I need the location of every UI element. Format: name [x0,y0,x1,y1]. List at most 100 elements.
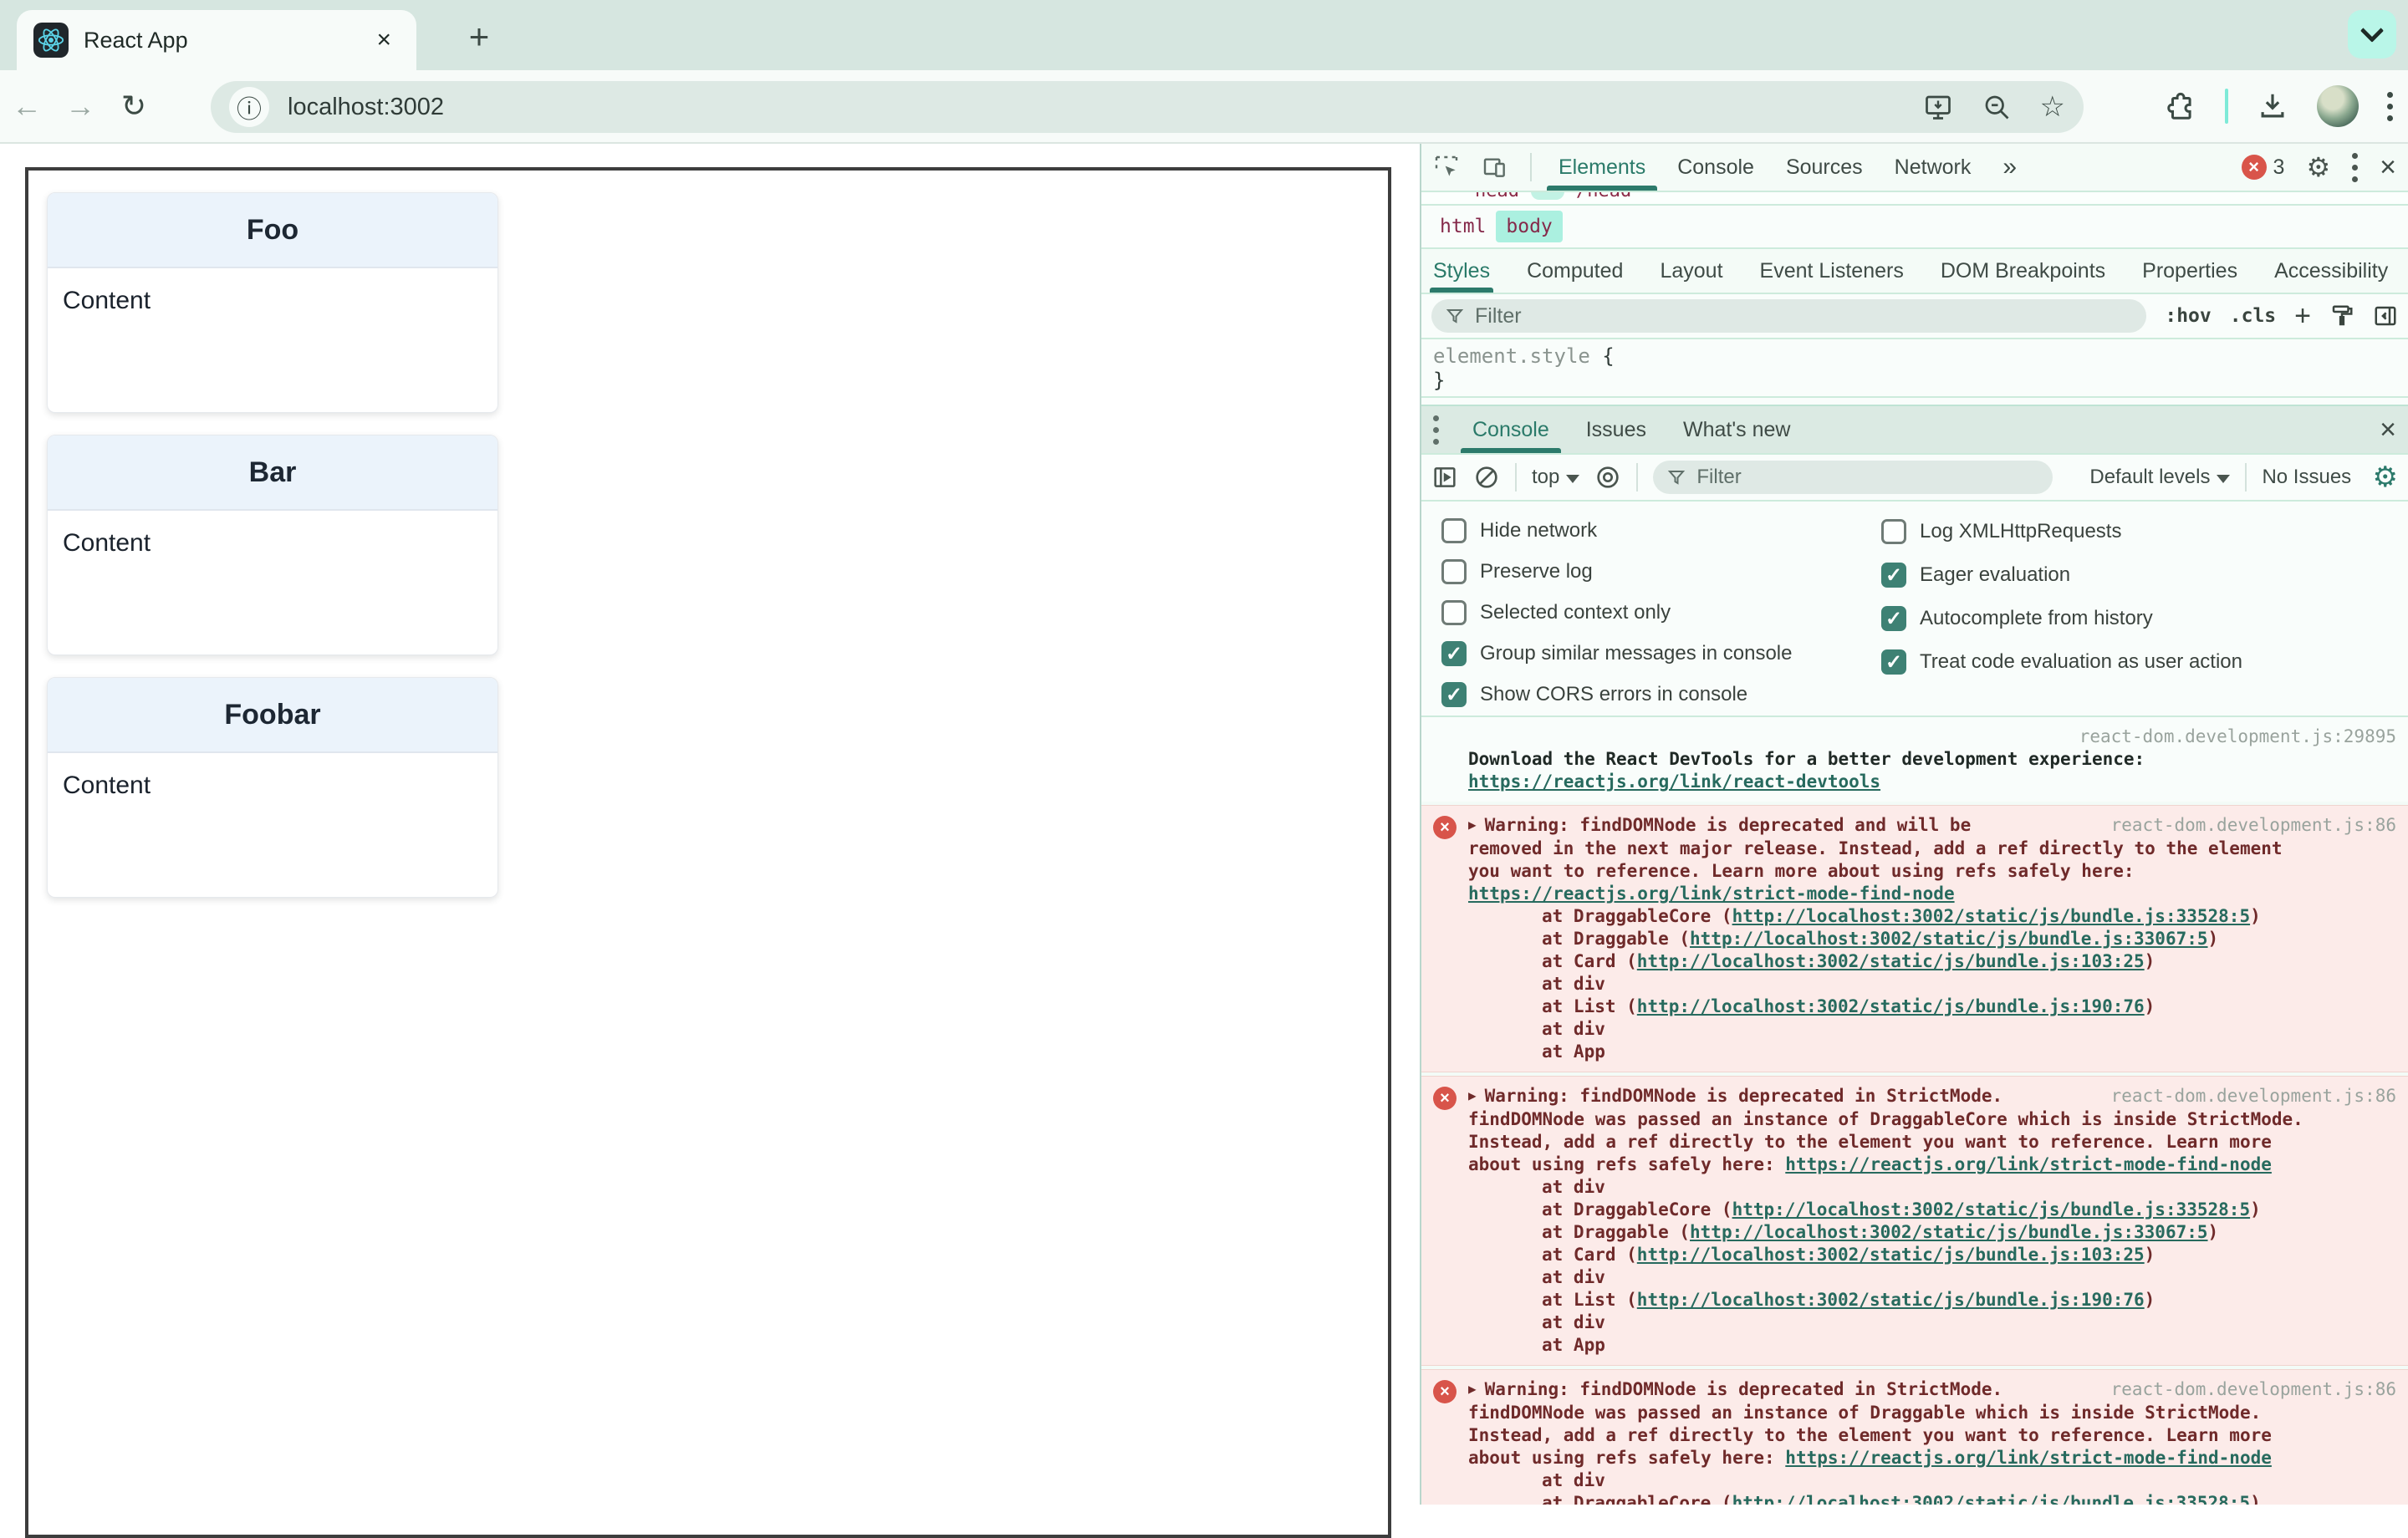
element-style-rule[interactable]: element.style { } [1421,339,2408,398]
stack-frame-link[interactable]: http://localhost:3002/static/js/bundle.j… [1690,929,2208,949]
console-setting-group-similar-messages-in-console[interactable]: ✓ Group similar messages in console [1441,634,1881,675]
checkbox-checked-icon[interactable]: ✓ [1881,606,1906,631]
issues-counter[interactable]: No Issues [2262,466,2351,489]
stack-frame-link[interactable]: http://localhost:3002/static/js/bundle.j… [1732,1493,2251,1505]
elements-dom-tree-clipped[interactable]: head /head [1421,192,2408,206]
stack-frame-link[interactable]: http://localhost:3002/static/js/bundle.j… [1637,1245,2145,1265]
more-tabs-icon[interactable]: » [1997,144,2022,191]
open-panel-icon[interactable] [2373,303,2398,328]
live-expression-eye-icon[interactable] [1594,464,1621,491]
clear-console-icon[interactable] [1473,464,1500,491]
devtools-menu-icon[interactable] [2352,152,2359,182]
drawer-menu-icon[interactable] [1433,415,1439,445]
console-setting-hide-network[interactable]: Hide network [1441,510,1881,551]
console-filter-input[interactable]: Filter [1653,461,2053,494]
stack-frame-link[interactable]: http://localhost:3002/static/js/bundle.j… [1637,1290,2145,1310]
downloads-icon[interactable] [2257,90,2288,122]
breadcrumb-body[interactable]: body [1496,211,1563,242]
install-app-icon[interactable] [1923,92,1953,122]
stack-frame-link[interactable]: http://localhost:3002/static/js/bundle.j… [1637,996,2145,1016]
stack-frame-link[interactable]: http://localhost:3002/static/js/bundle.j… [1732,906,2251,926]
address-bar[interactable]: ⓘ localhost:3002 ☆ [211,81,2084,133]
console-source-link[interactable]: react-dom.development.js:86 [2111,1085,2396,1108]
browser-tab[interactable]: React App × [17,10,416,70]
console-setting-show-cors-errors-in-console[interactable]: ✓ Show CORS errors in console [1441,675,1881,716]
site-info-icon[interactable]: ⓘ [229,87,269,127]
inspect-element-icon[interactable] [1433,154,1460,181]
checkbox-unchecked-icon[interactable] [1441,517,1467,543]
tab-console[interactable]: Console [1672,144,1759,191]
tab-search-chevron-button[interactable] [2348,10,2396,59]
console-sidebar-icon[interactable] [1431,464,1458,491]
expand-triangle-icon[interactable]: ▶ [1468,813,1477,836]
tab-sources[interactable]: Sources [1781,144,1868,191]
console-log-area[interactable]: react-dom.development.js:29895 Download t… [1421,717,2408,1505]
stack-frame-link[interactable]: http://localhost:3002/static/js/bundle.j… [1690,1222,2208,1242]
toggle-class-button[interactable]: .cls [2230,305,2276,327]
console-setting-selected-context-only[interactable]: Selected context only [1441,592,1881,633]
console-setting-log-xmlhttprequests[interactable]: Log XMLHttpRequests [1881,510,2242,553]
styles-filter-input[interactable]: Filter [1431,299,2147,333]
console-setting-treat-code-evaluation-as-user-action[interactable]: ✓ Treat code evaluation as user action [1881,640,2242,684]
tab-network[interactable]: Network [1890,144,1977,191]
checkbox-checked-icon[interactable]: ✓ [1881,563,1906,588]
tab-close-icon[interactable]: × [368,23,400,58]
checkbox-unchecked-icon[interactable] [1441,558,1467,584]
devtools-settings-gear-icon[interactable]: ⚙ [2306,151,2330,183]
dom-ellipsis-button[interactable] [1530,192,1564,200]
console-settings-gear-icon[interactable]: ⚙ [2373,461,2398,494]
tab-dom-breakpoints[interactable]: DOM Breakpoints [1941,249,2105,293]
paint-roller-icon[interactable] [2329,303,2354,328]
stack-frame-link[interactable]: http://localhost:3002/static/js/bundle.j… [1732,1199,2251,1220]
bookmark-star-icon[interactable]: ☆ [2040,90,2065,124]
expand-triangle-icon[interactable]: ▶ [1468,1084,1477,1107]
forward-button[interactable]: → [54,89,107,124]
card-title[interactable]: Foo [48,193,497,268]
drawer-tab-console[interactable]: Console [1461,406,1561,453]
console-link[interactable]: https://reactjs.org/link/strict-mode-fin… [1785,1448,2272,1468]
new-tab-button[interactable]: + [456,15,503,62]
tab-properties[interactable]: Properties [2142,249,2237,293]
tab-computed[interactable]: Computed [1527,249,1623,293]
device-toolbar-icon[interactable] [1482,154,1508,181]
card-title[interactable]: Foobar [48,678,497,753]
checkbox-unchecked-icon[interactable] [1881,519,1906,544]
console-setting-eager-evaluation[interactable]: ✓ Eager evaluation [1881,553,2242,597]
context-selector[interactable]: top [1532,466,1580,489]
tab-styles[interactable]: Styles [1429,249,1494,293]
tab-event-listeners[interactable]: Event Listeners [1760,249,1904,293]
error-count-badge[interactable]: × 3 [2241,155,2284,180]
extensions-puzzle-icon[interactable] [2165,90,2196,122]
devtools-close-icon[interactable]: × [2380,151,2396,184]
console-link[interactable]: https://reactjs.org/link/strict-mode-fin… [1468,884,1955,904]
checkbox-unchecked-icon[interactable] [1441,600,1467,625]
console-setting-preserve-log[interactable]: Preserve log [1441,551,1881,592]
drawer-close-icon[interactable]: × [2380,414,2396,446]
back-button[interactable]: ← [0,89,54,124]
expand-triangle-icon[interactable]: ▶ [1468,1378,1477,1400]
tab-accessibility[interactable]: Accessibility [2274,249,2388,293]
console-setting-autocomplete-from-history[interactable]: ✓ Autocomplete from history [1881,597,2242,640]
browser-menu-icon[interactable] [2387,91,2393,121]
card-foobar[interactable]: Foobar Content [47,677,498,898]
card-bar[interactable]: Bar Content [47,435,498,655]
console-source-link[interactable]: react-dom.development.js:86 [2111,1378,2396,1401]
checkbox-checked-icon[interactable]: ✓ [1881,649,1906,675]
log-levels-selector[interactable]: Default levels [2089,466,2231,489]
toggle-hover-state-button[interactable]: :hov [2165,305,2211,327]
breadcrumb-html[interactable]: html [1430,211,1496,242]
zoom-out-icon[interactable] [1982,92,2012,122]
console-link[interactable]: https://reactjs.org/link/react-devtools [1468,772,1880,792]
console-source-link[interactable]: react-dom.development.js:29895 [1468,726,2396,748]
stack-frame-link[interactable]: http://localhost:3002/static/js/bundle.j… [1637,951,2145,971]
tab-layout[interactable]: Layout [1660,249,1722,293]
console-link[interactable]: https://reactjs.org/link/strict-mode-fin… [1785,1154,2272,1174]
card-title[interactable]: Bar [48,435,497,511]
profile-avatar[interactable] [2317,85,2359,127]
console-source-link[interactable]: react-dom.development.js:86 [2111,814,2396,837]
new-style-rule-button[interactable]: + [2294,300,2311,333]
checkbox-checked-icon[interactable]: ✓ [1441,641,1467,667]
drawer-tab-issues[interactable]: Issues [1583,406,1650,453]
drawer-tab-whats-new[interactable]: What's new [1680,406,1793,453]
reload-button[interactable]: ↻ [107,89,161,124]
